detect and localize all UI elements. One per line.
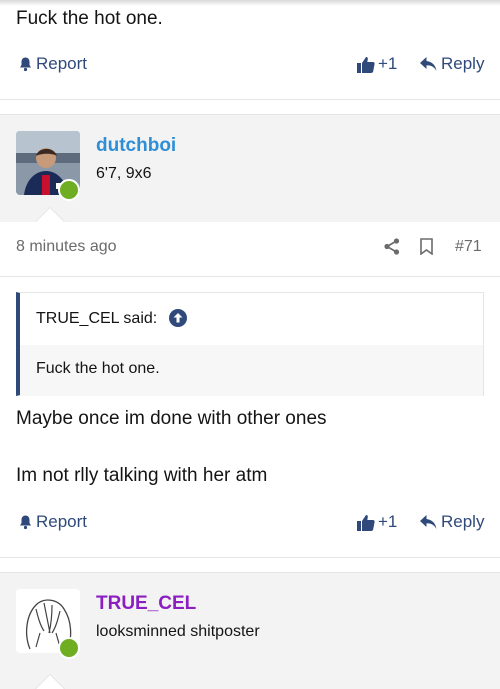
share-icon — [384, 238, 400, 259]
top-shadow — [0, 0, 500, 6]
reply-arrow-icon — [420, 56, 437, 72]
quote-text: Fuck the hot one. — [36, 360, 160, 377]
caret — [36, 208, 64, 222]
quote-author[interactable]: TRUE_CEL said: — [36, 310, 157, 328]
online-status-indicator — [58, 637, 80, 659]
user-title: looksminned shitposter — [96, 623, 260, 640]
user-block-dutchboi: dutchboi 6'7, 9x6 — [0, 114, 500, 222]
like-button[interactable]: +1 — [357, 54, 397, 74]
quote-header: TRUE_CEL said: — [20, 293, 483, 345]
post-actions-bar: Report +1 Reply — [0, 50, 500, 80]
reply-button[interactable]: Reply — [420, 512, 484, 532]
post-number[interactable]: #71 — [455, 238, 482, 256]
post-body-line-2: Im not rlly talking with her atm — [16, 465, 268, 486]
caret — [36, 675, 64, 689]
username[interactable]: dutchboi — [96, 135, 176, 157]
like-count: +1 — [378, 54, 398, 73]
bell-icon — [18, 56, 33, 72]
report-label: Report — [36, 512, 88, 531]
post-timestamp[interactable]: 8 minutes ago — [16, 238, 117, 256]
reply-label: Reply — [441, 512, 485, 531]
post-body-text: Fuck the hot one. — [16, 8, 163, 29]
thumbs-up-icon — [357, 514, 375, 531]
bookmark-icon — [420, 238, 433, 259]
reply-label: Reply — [441, 54, 485, 73]
user-block-true-cel: TRUE_CEL looksminned shitposter — [0, 572, 500, 689]
reply-arrow-icon — [420, 514, 437, 530]
post-divider — [0, 557, 500, 558]
post-body-line-1: Maybe once im done with other ones — [16, 408, 327, 429]
bookmark-button[interactable] — [420, 238, 433, 260]
online-status-indicator — [58, 179, 80, 201]
bell-icon — [18, 514, 33, 530]
meta-divider — [0, 276, 500, 277]
report-label: Report — [36, 54, 88, 73]
report-button[interactable]: Report — [18, 512, 87, 532]
post-actions-bar: Report +1 Reply — [0, 508, 500, 538]
quote-body: Fuck the hot one. — [20, 345, 483, 396]
like-count: +1 — [378, 512, 398, 531]
reply-button[interactable]: Reply — [420, 54, 484, 74]
like-button[interactable]: +1 — [357, 512, 397, 532]
thumbs-up-icon — [357, 56, 375, 73]
share-button[interactable] — [384, 238, 400, 260]
arrow-up-circle-icon[interactable] — [169, 309, 187, 332]
post-divider — [0, 99, 500, 100]
user-title: 6'7, 9x6 — [96, 165, 152, 182]
quote-block: TRUE_CEL said: Fuck the hot one. — [16, 292, 484, 396]
username[interactable]: TRUE_CEL — [96, 593, 196, 615]
report-button[interactable]: Report — [18, 54, 87, 74]
